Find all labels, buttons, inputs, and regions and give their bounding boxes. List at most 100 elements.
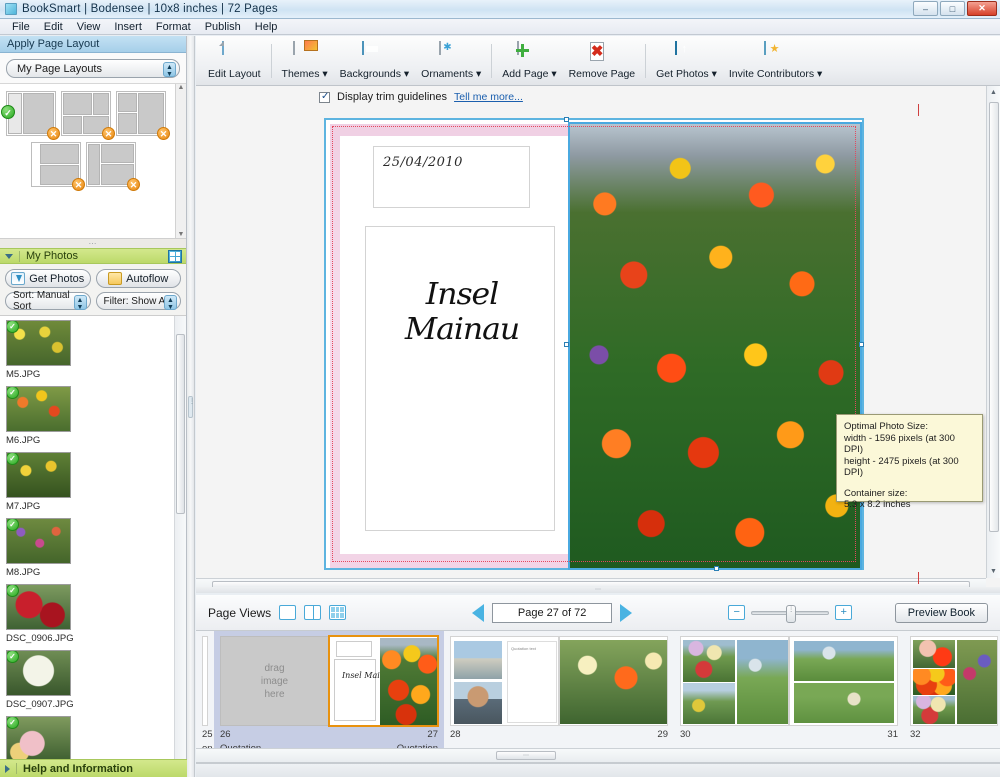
photo-cell[interactable]: ✓ DSC_0906.JPG bbox=[6, 584, 88, 644]
page-thumbnail[interactable] bbox=[680, 636, 789, 726]
maximize-button[interactable]: □ bbox=[940, 1, 965, 16]
filmstrip-spread-selected[interactable]: dragimagehereInsel Mainau2627QuotationQu… bbox=[214, 631, 444, 754]
filmstrip-spread[interactable]: 32 bbox=[904, 631, 1000, 749]
page-spread[interactable]: 25/04/2010 Insel Mainau bbox=[324, 117, 864, 571]
add-page-button[interactable]: Add Page ▾ bbox=[496, 40, 562, 82]
scroll-down-arrow[interactable]: ▼ bbox=[990, 568, 997, 575]
photo-thumbnail[interactable]: ✓ bbox=[6, 452, 71, 498]
resize-handle-left[interactable] bbox=[564, 342, 569, 347]
resize-handle-bottom[interactable] bbox=[714, 566, 719, 571]
canvas-vertical-scrollbar[interactable]: ▲ ▼ bbox=[986, 86, 1000, 578]
canvas-bottom-splitter[interactable]: ⋯ bbox=[196, 587, 1000, 593]
filmstrip-spread[interactable]: 30 31 bbox=[674, 631, 904, 749]
layout-delete-badge[interactable]: ✕ bbox=[102, 127, 115, 140]
layout-thumbnail-list[interactable]: ✓ ✕ ✕ ✕ ✕ ✕ ▲ ▼ bbox=[0, 84, 186, 239]
title-text-box[interactable]: Insel Mainau bbox=[365, 226, 555, 531]
canvas-vscroll-thumb[interactable] bbox=[989, 102, 999, 532]
single-page-view-icon[interactable] bbox=[279, 605, 297, 620]
photo-thumbnail[interactable]: ✓ bbox=[6, 386, 71, 432]
collapse-triangle-icon[interactable] bbox=[5, 253, 13, 259]
photo-cell[interactable]: ✓ M8.JPG bbox=[6, 518, 88, 578]
zoom-slider-thumb[interactable]: ⋮ bbox=[786, 604, 797, 623]
photo-thumbnail[interactable]: ✓ bbox=[6, 650, 71, 696]
two-page-view-icon[interactable] bbox=[304, 605, 322, 620]
page-thumbnail[interactable] bbox=[559, 636, 668, 726]
zoom-slider[interactable]: ⋮ bbox=[751, 604, 830, 623]
zoom-out-book-icon[interactable]: − bbox=[728, 605, 746, 620]
remove-page-button[interactable]: ✖ Remove Page bbox=[563, 40, 642, 82]
date-text-box[interactable]: 25/04/2010 bbox=[373, 146, 530, 208]
tell-me-more-link[interactable]: Tell me more... bbox=[454, 91, 523, 103]
multi-page-view-icon[interactable] bbox=[329, 605, 347, 620]
ornaments-button[interactable]: Ornaments ▾ bbox=[415, 40, 487, 82]
themes-button[interactable]: Themes ▾ bbox=[276, 40, 334, 82]
display-trim-guidelines-checkbox[interactable] bbox=[319, 91, 330, 103]
photo-cell[interactable]: ✓ M6.JPG bbox=[6, 386, 88, 446]
menu-view[interactable]: View bbox=[70, 20, 108, 34]
layout-thumb-3[interactable]: ✕ bbox=[116, 91, 170, 140]
layout-delete-badge[interactable]: ✕ bbox=[127, 178, 140, 191]
layout-thumb-4[interactable]: ✕ bbox=[31, 142, 85, 191]
resize-handle-right[interactable] bbox=[859, 342, 864, 347]
zoom-in-book-icon[interactable]: + bbox=[835, 605, 853, 620]
invite-contributors-button[interactable]: Invite Contributors ▾ bbox=[723, 40, 828, 82]
photo-cell[interactable]: ✓ DSC_0907.JPG bbox=[6, 650, 88, 710]
get-photos-toolbar-button[interactable]: Get Photos ▾ bbox=[650, 40, 723, 82]
grid-view-icon[interactable] bbox=[168, 250, 182, 263]
layout-list-scrollbar[interactable]: ▲ ▼ bbox=[175, 84, 186, 238]
page-thumbnail[interactable] bbox=[789, 636, 898, 726]
splitter-handle[interactable]: ⋮ bbox=[188, 396, 195, 418]
edit-layout-button[interactable]: Edit Layout bbox=[202, 40, 267, 82]
layout-delete-badge[interactable]: ✕ bbox=[157, 127, 170, 140]
menu-edit[interactable]: Edit bbox=[37, 20, 70, 34]
layout-thumb-2[interactable]: ✕ bbox=[61, 91, 115, 140]
minimize-button[interactable]: – bbox=[913, 1, 938, 16]
photo-thumbnail[interactable]: ✓ bbox=[6, 584, 71, 630]
layout-panel-resize-grip[interactable]: ⋯ bbox=[0, 239, 186, 248]
sort-dropdown[interactable]: Sort: Manual Sort ▲ ▼ bbox=[5, 290, 91, 312]
filmstrip-spread[interactable]: 25on bbox=[196, 631, 214, 754]
previous-page-arrow[interactable] bbox=[472, 603, 485, 622]
preview-book-button[interactable]: Preview Book bbox=[894, 602, 988, 623]
autoflow-button[interactable]: Autoflow bbox=[95, 269, 181, 288]
help-and-information-header[interactable]: Help and Information bbox=[0, 759, 187, 777]
my-photos-header[interactable]: My Photos bbox=[0, 248, 186, 264]
page-thumbnail[interactable]: Quotation text bbox=[450, 636, 559, 726]
close-button[interactable]: ✕ bbox=[967, 1, 997, 16]
scroll-up-arrow[interactable]: ▲ bbox=[990, 89, 997, 96]
layout-thumb-5[interactable]: ✕ bbox=[86, 142, 140, 191]
next-page-arrow[interactable] bbox=[620, 603, 633, 622]
backgrounds-button[interactable]: Backgrounds ▾ bbox=[334, 40, 415, 82]
layout-thumb-1[interactable]: ✓ ✕ bbox=[1, 91, 60, 140]
layout-delete-badge[interactable]: ✕ bbox=[72, 178, 85, 191]
photo-list-scrollbar[interactable] bbox=[174, 316, 186, 767]
photo-thumbnail[interactable]: ✓ bbox=[6, 518, 71, 564]
menu-file[interactable]: File bbox=[5, 20, 37, 34]
menu-help[interactable]: Help bbox=[248, 20, 285, 34]
photo-list-scroll-thumb[interactable] bbox=[176, 334, 185, 514]
page-thumbnail-empty[interactable]: drag image here bbox=[220, 636, 329, 726]
sidebar-splitter[interactable]: ⋮ bbox=[187, 36, 195, 777]
page-indicator[interactable]: Page 27 of 72 bbox=[492, 602, 613, 623]
scroll-up-arrow[interactable]: ▲ bbox=[178, 84, 185, 91]
filmstrip-horizontal-scrollbar[interactable]: ⋯ bbox=[196, 748, 1000, 762]
menu-format[interactable]: Format bbox=[149, 20, 198, 34]
photo-thumbnail-list[interactable]: ✓ M5.JPG ✓ M6.JPG ✓ M7.JPG ✓ M8.JPG ✓ DSC_0906.JP… bbox=[0, 316, 186, 767]
expand-triangle-icon[interactable] bbox=[5, 764, 10, 773]
photo-thumbnail[interactable]: ✓ bbox=[6, 320, 71, 366]
page-thumbnail[interactable] bbox=[910, 636, 998, 726]
page-filmstrip[interactable]: 25ondragimagehereInsel Mainau2627Quotati… bbox=[196, 631, 1000, 763]
page-layouts-dropdown[interactable]: My Page Layouts ▲ ▼ bbox=[6, 59, 180, 78]
right-page-photo-container[interactable] bbox=[568, 122, 862, 570]
page-thumbnail-selected[interactable]: Insel Mainau bbox=[328, 635, 439, 727]
filmstrip-scroll-thumb[interactable]: ⋯ bbox=[496, 751, 556, 760]
page-thumbnail[interactable] bbox=[202, 636, 208, 726]
photo-thumbnail[interactable]: ✓ bbox=[6, 716, 71, 762]
menu-publish[interactable]: Publish bbox=[198, 20, 248, 34]
photo-cell[interactable]: ✓ M7.JPG bbox=[6, 452, 88, 512]
resize-handle-top[interactable] bbox=[564, 117, 569, 122]
photo-cell[interactable]: ✓ M5.JPG bbox=[6, 320, 88, 380]
get-photos-button[interactable]: Get Photos bbox=[5, 269, 91, 288]
left-page[interactable]: 25/04/2010 Insel Mainau bbox=[330, 124, 580, 568]
filter-dropdown[interactable]: Filter: Show All ▲ ▼ bbox=[95, 292, 181, 311]
